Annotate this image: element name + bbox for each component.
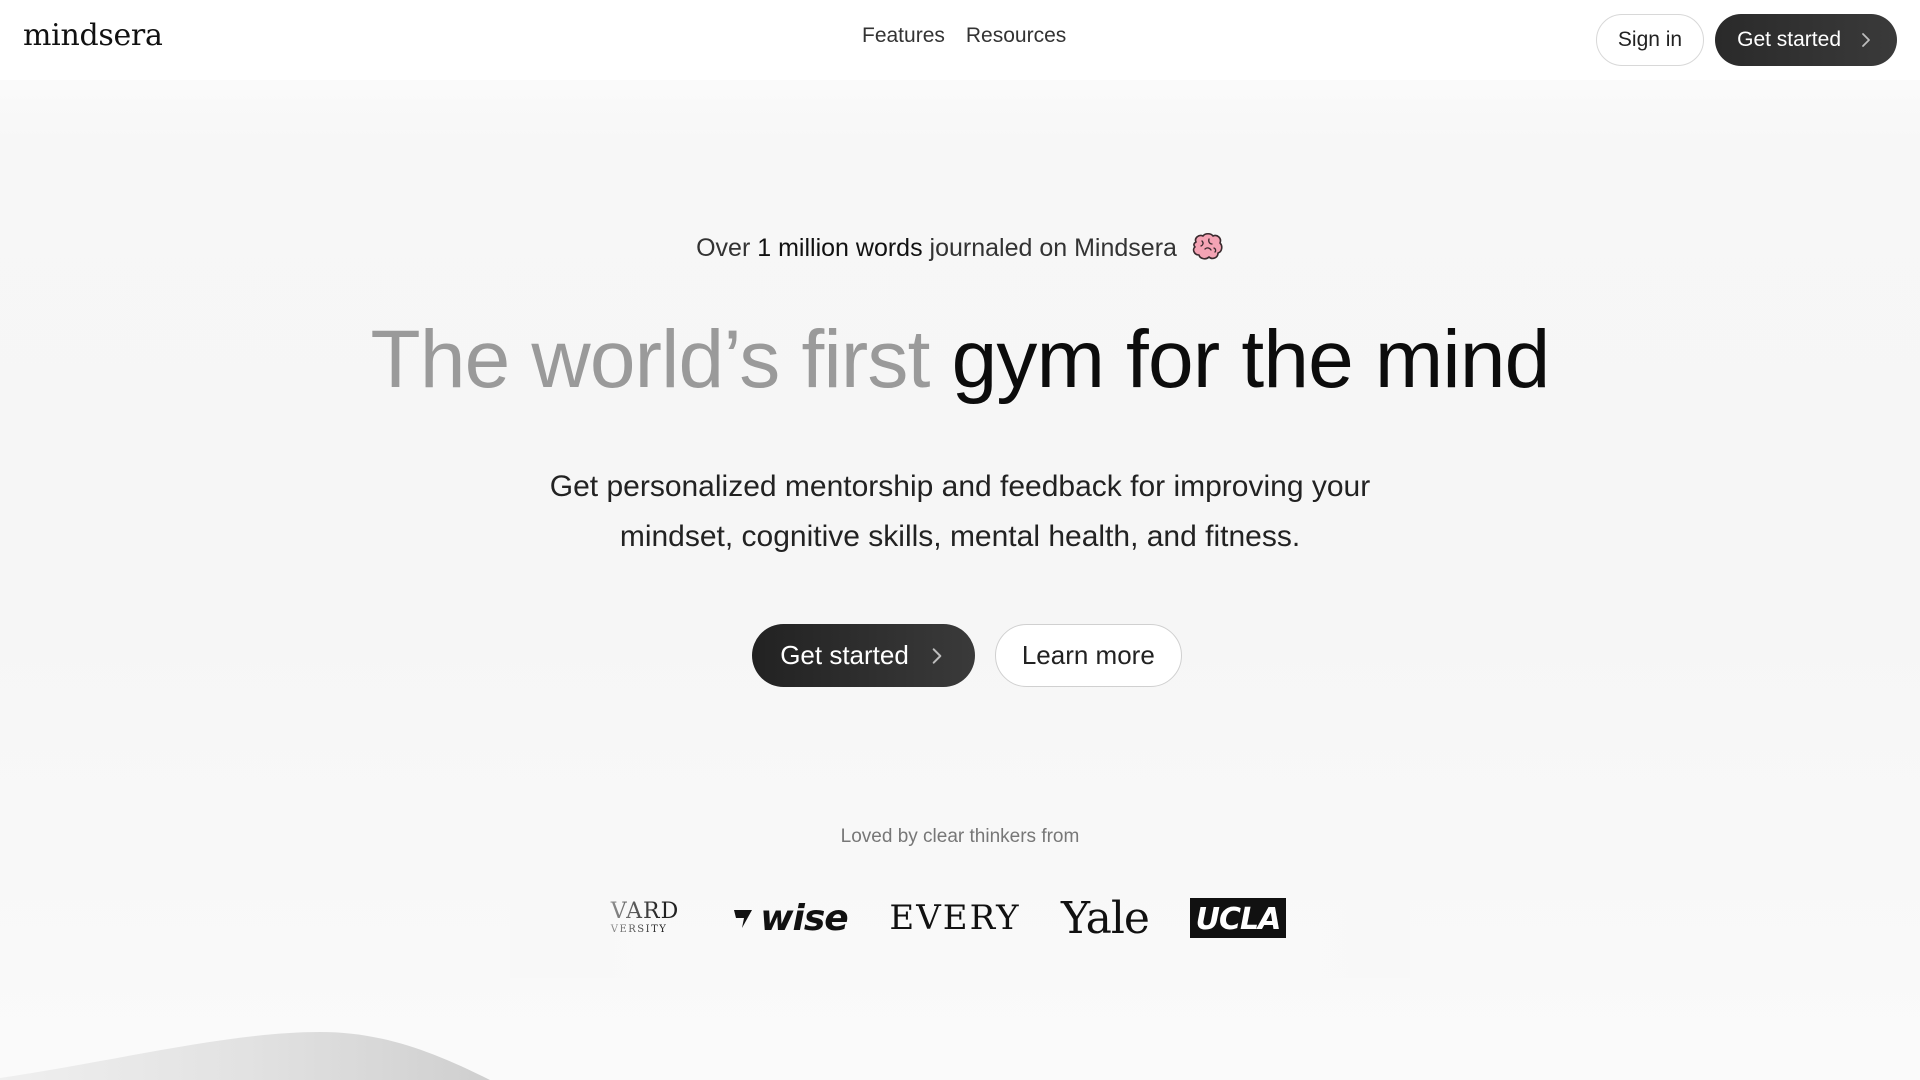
kicker-strong: 1 million words: [757, 234, 923, 262]
harvard-logo-line2: VERSITY: [610, 924, 668, 935]
hero-get-started-label: Get started: [780, 640, 909, 670]
partner-logos: VARD VERSITY wise EVERY Yale UCLA: [510, 858, 1410, 978]
nav-get-started-label: Get started: [1737, 28, 1841, 51]
yale-logo: Yale: [1055, 858, 1155, 978]
kicker-suffix: journaled on Mindsera: [929, 234, 1177, 262]
learn-more-label: Learn more: [1021, 640, 1155, 670]
hero-headline: The world’s first gym for the mind: [0, 310, 1920, 410]
chevron-right-icon: [1862, 33, 1870, 47]
every-logo: EVERY: [880, 858, 1030, 978]
learn-more-button[interactable]: Learn more: [994, 624, 1182, 687]
sign-in-button[interactable]: Sign in: [1595, 14, 1705, 66]
decorative-wave: [0, 1032, 490, 1080]
nav-get-started-button[interactable]: Get started: [1715, 14, 1897, 66]
hero-subheadline: Get personalized mentorship and feedback…: [460, 462, 1460, 562]
headline-bold: gym for the mind: [951, 314, 1551, 405]
logos-fade-right: [1290, 858, 1410, 978]
wise-flag-icon: [734, 910, 753, 928]
kicker-prefix: Over: [696, 234, 751, 262]
hero-cta-row: Get started Learn more: [0, 624, 1920, 687]
brand-logo[interactable]: mindsera: [23, 18, 163, 53]
hero-kicker: Over 1 million words journaled on Mindse…: [0, 232, 1920, 263]
landing-page: mindsera Features Resources Sign in Get …: [0, 0, 1920, 1080]
wise-logo: wise: [725, 858, 855, 978]
nav-actions: Sign in Get started: [1595, 14, 1897, 66]
harvard-logo-line1: VARD: [610, 899, 680, 924]
social-proof-title: Loved by clear thinkers from: [840, 826, 1080, 847]
ucla-logo: UCLA: [1178, 858, 1298, 978]
headline-muted: The world’s first: [370, 314, 931, 405]
sub-line-2: mindset, cognitive skills, mental health…: [619, 520, 1301, 553]
hero-get-started-button[interactable]: Get started: [752, 624, 975, 687]
sign-in-label: Sign in: [1617, 28, 1683, 51]
nav-link-features[interactable]: Features: [862, 24, 945, 48]
wise-logo-text: wise: [760, 897, 848, 939]
main-nav: Features Resources: [862, 24, 1066, 48]
ucla-logo-text: UCLA: [1189, 898, 1287, 938]
chevron-right-icon: [932, 647, 942, 664]
harvard-logo: VARD VERSITY: [600, 858, 690, 978]
nav-link-resources[interactable]: Resources: [966, 24, 1066, 48]
top-navigation-bar: mindsera Features Resources Sign in Get …: [0, 0, 1920, 80]
brain-icon: [1192, 232, 1223, 260]
sub-line-1: Get personalized mentorship and feedback…: [549, 470, 1371, 503]
every-logo-text: EVERY: [889, 898, 1021, 938]
yale-logo-text: Yale: [1061, 892, 1150, 944]
